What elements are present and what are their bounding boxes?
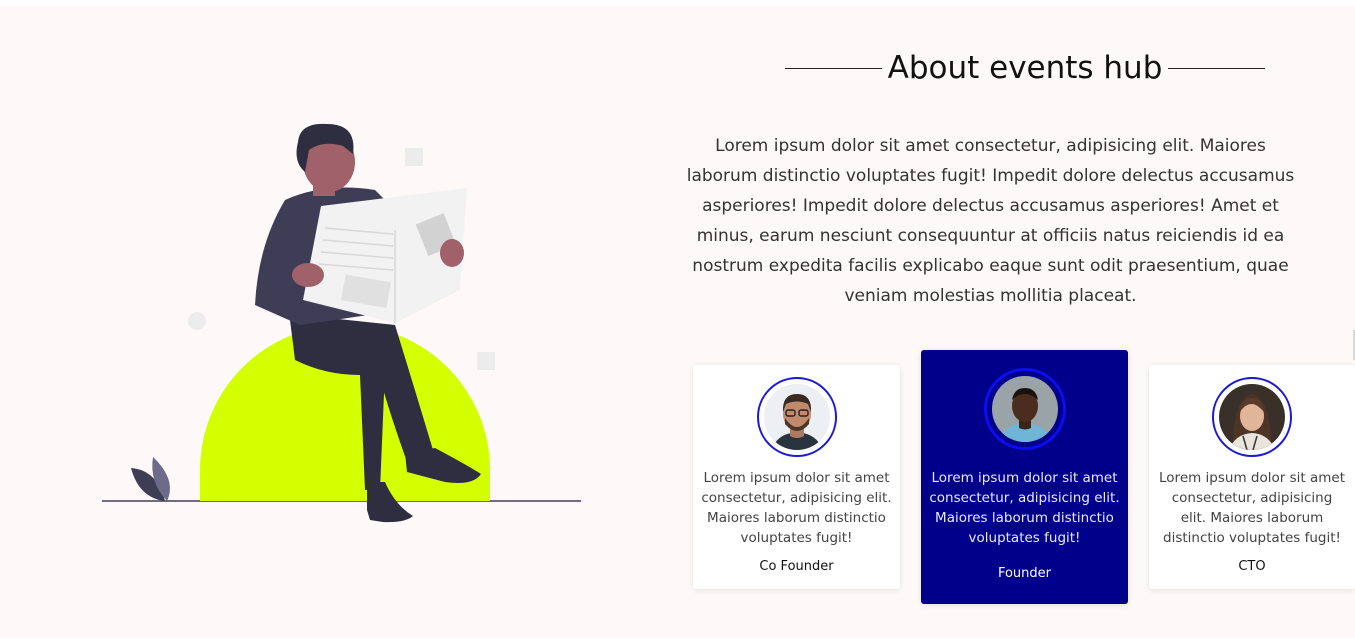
about-heading-wrapper: About events hub <box>785 46 1265 90</box>
team-card-role: CTO <box>1238 559 1266 574</box>
avatar <box>756 377 837 457</box>
team-card-role: Founder <box>997 566 1052 581</box>
team-card-role: Co Founder <box>759 559 834 574</box>
avatar <box>1212 377 1292 457</box>
man-reading-newspaper-illustration <box>95 110 595 540</box>
top-bar <box>0 0 1355 6</box>
team-card-text: Lorem ipsum dolor sit amet consectetur, … <box>701 470 892 546</box>
avatar-co-founder-icon <box>763 384 830 450</box>
team-card-cto[interactable]: Lorem ipsum dolor sit amet consectetur, … <box>1149 365 1355 589</box>
avatar-founder-icon <box>991 376 1058 442</box>
heading-line-left <box>785 67 882 69</box>
heading-line-right <box>1168 67 1265 69</box>
page-title: About events hub <box>887 50 1163 86</box>
team-card-co-founder[interactable]: Lorem ipsum dolor sit amet consectetur, … <box>693 365 900 589</box>
team-card-text: Lorem ipsum dolor sit amet consectetur, … <box>1159 470 1345 546</box>
about-description: Lorem ipsum dolor sit amet consectetur, … <box>686 136 1295 306</box>
team-card-text: Lorem ipsum dolor sit amet consectetur, … <box>929 470 1120 546</box>
avatar-cto-icon <box>1219 384 1285 450</box>
team-card-founder[interactable]: Lorem ipsum dolor sit amet consectetur, … <box>921 350 1128 604</box>
avatar <box>983 368 1066 450</box>
